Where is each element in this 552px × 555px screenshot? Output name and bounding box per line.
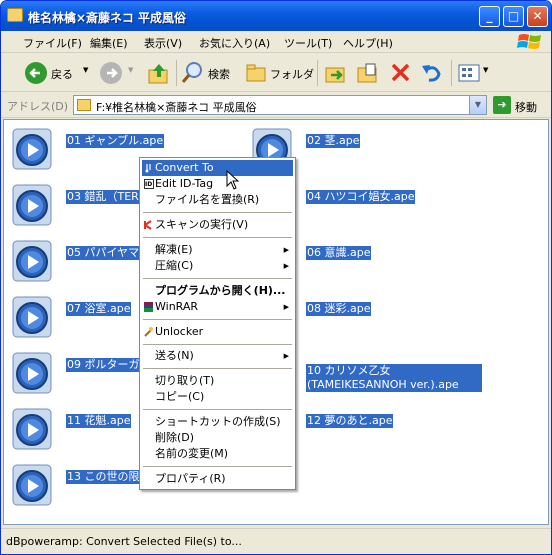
views-button[interactable]: ▼ [457, 60, 491, 86]
menu-item-winrar[interactable]: WinRAR ▶ [142, 299, 293, 315]
window-title: 椎名林檎×斎藤ネコ 平成風俗 [28, 11, 186, 25]
address-label: アドレス(D) [7, 100, 69, 113]
go-arrow-icon: ➔ [493, 96, 511, 114]
undo-icon [422, 65, 441, 82]
file-name: 10 カリソメ乙女 (TAMEIKESANNOH ver.).ape [306, 364, 482, 392]
mouse-cursor-icon [226, 170, 240, 190]
file-name: 04 ハツコイ娼女.ape [306, 190, 416, 204]
menu-file[interactable]: ファイル(F) [23, 35, 82, 51]
menu-item-rename[interactable]: 名前の変更(M) [142, 446, 293, 462]
search-icon [181, 62, 202, 83]
windows-logo-icon [517, 34, 541, 49]
file-name: 01 ギャンブル.ape [66, 134, 165, 148]
up-folder-button[interactable] [147, 60, 171, 86]
back-button[interactable]: 戻る ▼ [25, 60, 95, 86]
file-name: 08 迷彩.ape [306, 302, 372, 316]
close-button[interactable]: ✕ [527, 6, 548, 27]
minimize-button[interactable]: _ [479, 6, 500, 27]
submenu-arrow-icon: ▶ [283, 303, 289, 311]
menu-item-scan[interactable]: スキャンの実行(V) [142, 217, 293, 233]
menu-item-cut[interactable]: 切り取り(T) [142, 373, 293, 389]
forward-arrow-icon [100, 62, 122, 84]
menu-item-extract[interactable]: 解凍(E) ▶ [142, 242, 293, 258]
back-arrow-icon [25, 62, 47, 84]
file-name: 02 茎.ape [306, 134, 361, 148]
back-dropdown-icon[interactable]: ▼ [83, 66, 88, 74]
menu-item-copy[interactable]: コピー(C) [142, 389, 293, 405]
antivirus-k-icon [144, 220, 152, 230]
address-dropdown-button[interactable]: ▼ [469, 96, 486, 114]
audio-file-icon [12, 240, 52, 282]
audio-file-icon [12, 128, 52, 170]
maximize-button[interactable]: □ [503, 6, 524, 27]
id-tag-icon: ID [144, 179, 154, 189]
address-path: F:¥椎名林檎×斎藤ネコ 平成風俗 [96, 101, 257, 114]
context-menu: Convert To ID Edit ID-Tag ファイル名を置換(R) スキ… [139, 157, 296, 490]
undo-button[interactable] [419, 60, 445, 86]
submenu-arrow-icon: ▶ [283, 246, 289, 254]
dbpoweramp-icon [145, 164, 151, 173]
audio-file-icon [12, 464, 52, 506]
menu-view[interactable]: 表示(V) [144, 35, 182, 51]
copy-to-icon [357, 63, 377, 83]
file-name: 12 夢のあと.ape [306, 414, 394, 428]
menu-item-compress[interactable]: 圧縮(C) ▶ [142, 258, 293, 274]
move-to-button[interactable] [323, 60, 349, 86]
menu-item-delete[interactable]: 削除(D) [142, 430, 293, 446]
views-icon [458, 64, 480, 82]
menu-item-unlocker[interactable]: Unlocker [142, 324, 293, 340]
menu-help[interactable]: ヘルプ(H) [343, 35, 393, 51]
delete-x-icon [391, 63, 410, 82]
file-name: 11 花魁.ape [66, 414, 132, 428]
menu-item-edit-id-tag[interactable]: ID Edit ID-Tag [142, 176, 293, 192]
delete-button[interactable] [388, 60, 414, 86]
menu-bar: ファイル(F) 編集(E) 表示(V) お気に入り(A) ツール(T) ヘルプ(… [1, 31, 551, 53]
forward-button[interactable]: ▼ [100, 60, 140, 86]
file-name: 03 錯乱（TERF [66, 190, 147, 204]
status-text: dBpoweramp: Convert Selected File(s) to.… [6, 535, 242, 548]
menu-item-properties[interactable]: プロパティ(R) [142, 471, 293, 487]
menu-item-convert-to[interactable]: Convert To [142, 160, 293, 176]
folder-icon [77, 99, 91, 111]
address-bar: アドレス(D) F:¥椎名林檎×斎藤ネコ 平成風俗 ▼ ➔ 移動 [1, 93, 551, 118]
folders-icon [246, 64, 266, 82]
folder-icon [7, 8, 23, 22]
audio-file-icon [12, 296, 52, 338]
winrar-icon [144, 302, 153, 312]
toolbar: 戻る ▼ ▼ 検索 フォルダ ▼ [1, 54, 551, 92]
audio-file-icon [12, 184, 52, 226]
menu-item-send-to[interactable]: 送る(N) ▶ [142, 348, 293, 364]
menu-item-rename-files[interactable]: ファイル名を置換(R) [142, 192, 293, 208]
menu-item-open-with[interactable]: プログラムから開く(H)... [142, 283, 293, 299]
file-name: 06 意識.ape [306, 246, 372, 260]
audio-file-icon [12, 408, 52, 450]
menu-item-create-shortcut[interactable]: ショートカットの作成(S) [142, 414, 293, 430]
up-folder-icon [148, 64, 168, 84]
submenu-arrow-icon: ▶ [283, 262, 289, 270]
move-to-icon [325, 67, 345, 83]
search-button[interactable]: 検索 [181, 60, 237, 86]
address-input[interactable]: F:¥椎名林檎×斎藤ネコ 平成風俗 ▼ [73, 95, 487, 115]
views-dropdown-icon: ▼ [483, 66, 489, 74]
folders-button[interactable]: フォルダ [245, 60, 314, 86]
copy-to-button[interactable] [355, 60, 381, 86]
unlocker-wand-icon [144, 327, 153, 337]
audio-file-icon [12, 352, 52, 394]
status-bar: dBpoweramp: Convert Selected File(s) to.… [1, 528, 551, 554]
menu-edit[interactable]: 編集(E) [90, 35, 128, 51]
menu-favorites[interactable]: お気に入り(A) [199, 35, 270, 51]
menu-tools[interactable]: ツール(T) [284, 35, 332, 51]
file-name: 07 浴室.ape [66, 302, 132, 316]
title-bar[interactable]: 椎名林檎×斎藤ネコ 平成風俗 _ □ ✕ [1, 1, 551, 31]
submenu-arrow-icon: ▶ [283, 352, 289, 360]
